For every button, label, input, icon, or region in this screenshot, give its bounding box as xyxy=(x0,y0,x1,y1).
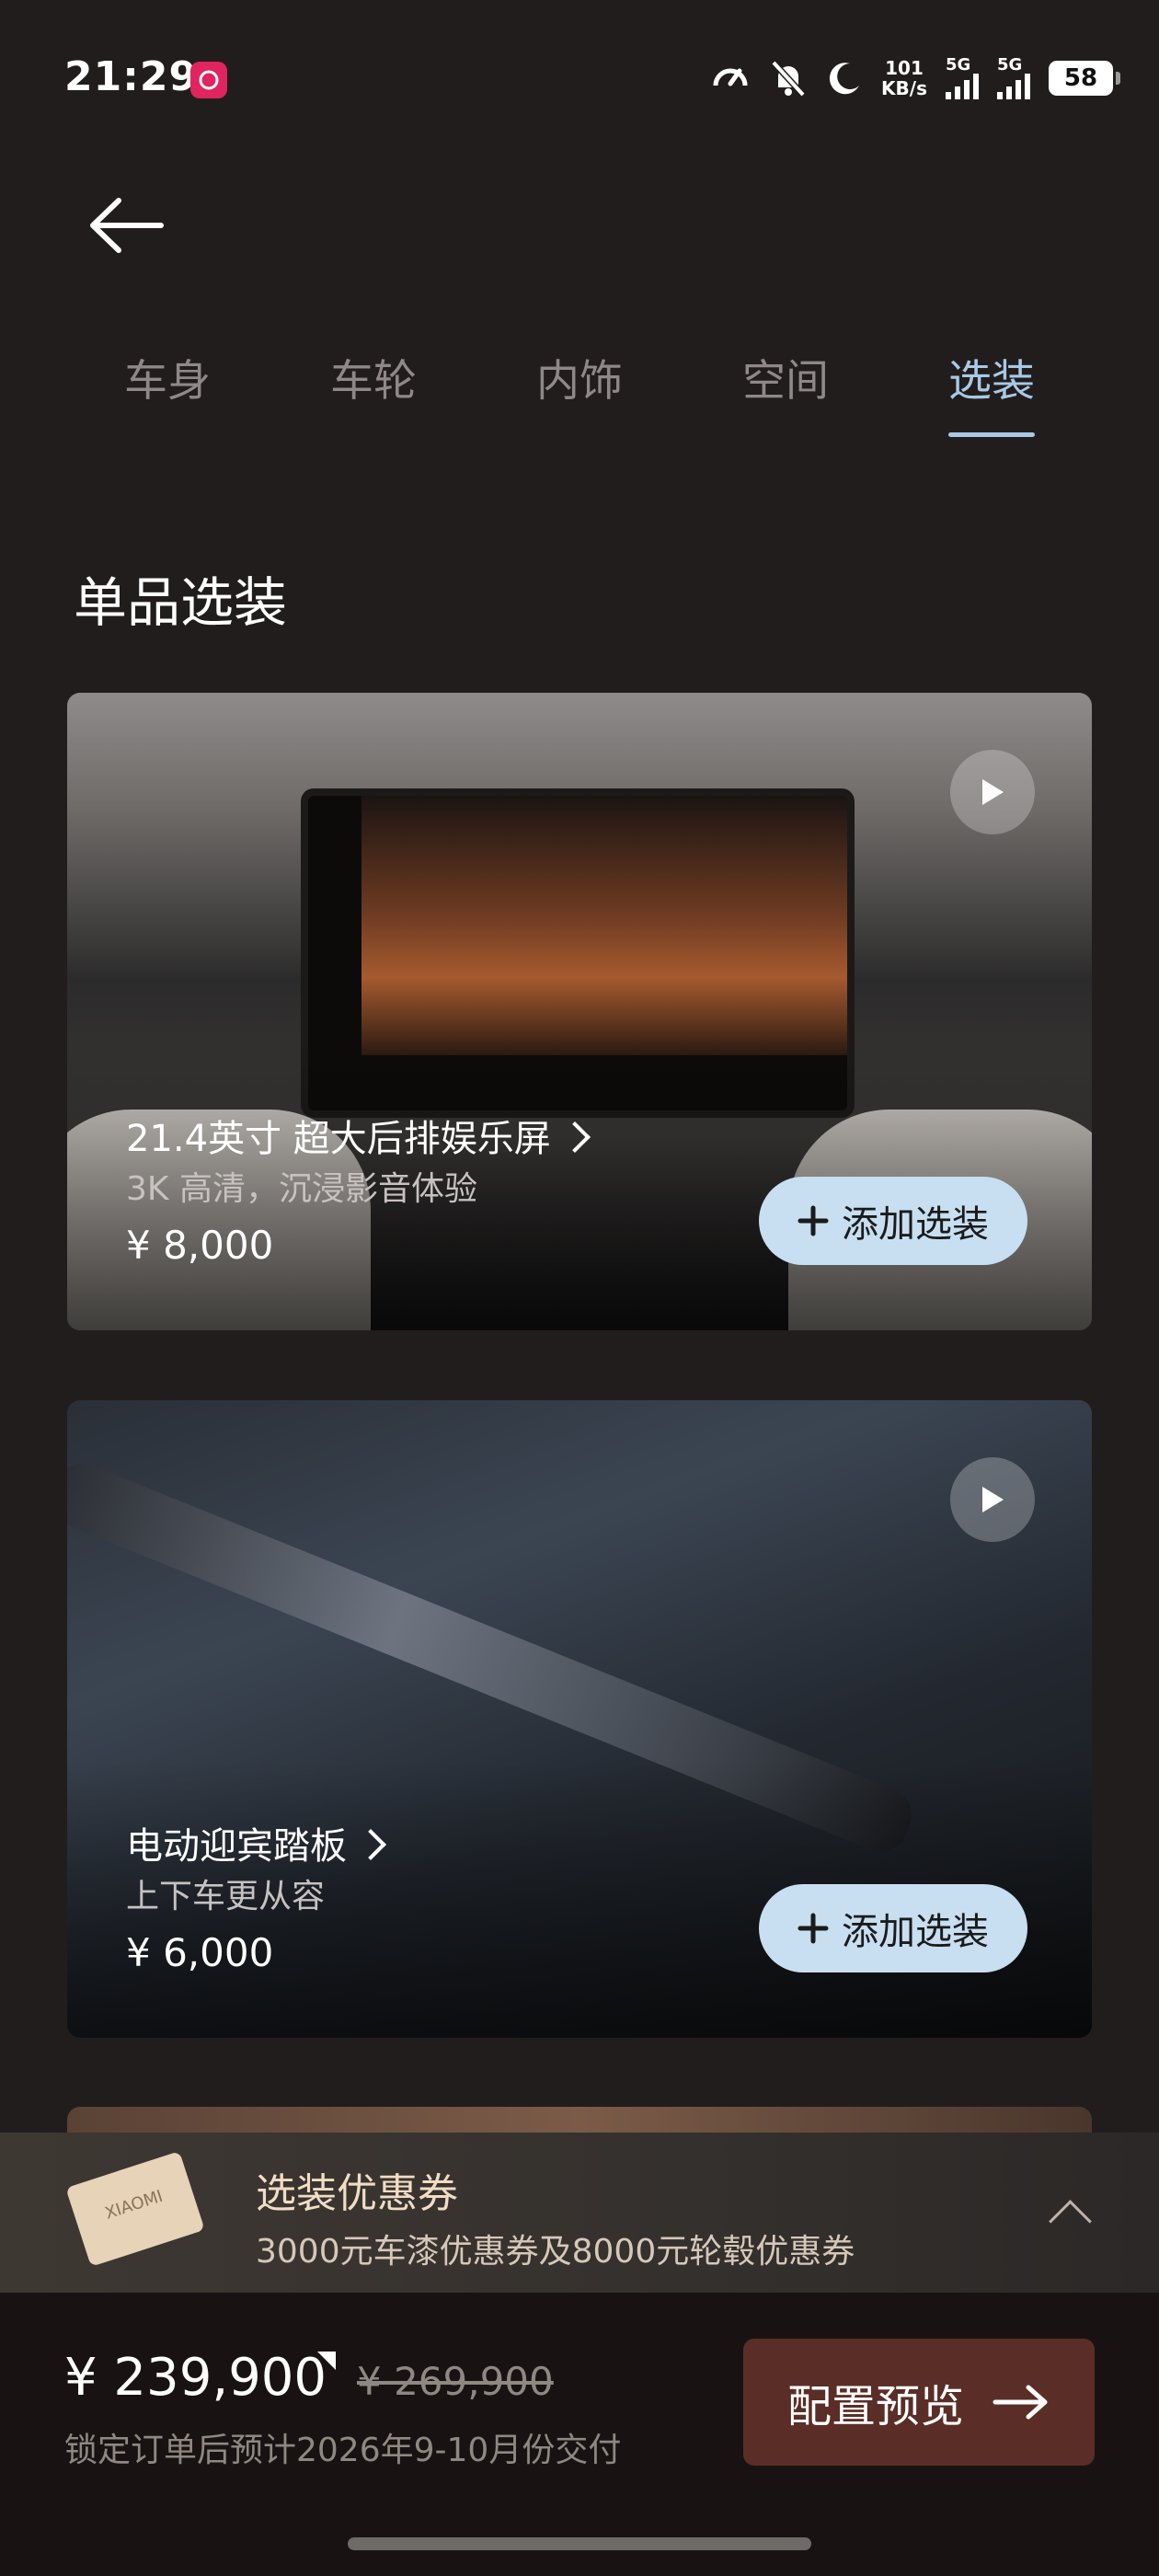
plus-icon xyxy=(798,1913,829,1944)
delivery-note: 锁定订单后预计2026年9-10月份交付 xyxy=(64,2432,622,2469)
tab-label: 空间 xyxy=(742,356,829,407)
ticket-logo-text: XIAOMI xyxy=(102,2186,166,2224)
signal-bars-icon xyxy=(997,74,1030,99)
option-title: 21.4英寸 超大后排娱乐屏 xyxy=(126,1118,551,1160)
active-tab-indicator xyxy=(948,432,1035,437)
coupon-description: 3000元车漆优惠券及8000元轮毂优惠券 xyxy=(256,2233,855,2271)
option-title: 电动迎宾踏板 xyxy=(126,1825,347,1868)
plus-icon xyxy=(798,1205,829,1236)
do-not-disturb-moon-icon xyxy=(826,60,863,97)
category-tabs: 车身 车轮 内饰 空间 选装 xyxy=(64,340,1095,442)
app-notification-icon xyxy=(190,62,227,98)
price-corner-mark xyxy=(317,2352,336,2370)
signal-sim1-label: 5G xyxy=(946,55,971,75)
tab-label: 选装 xyxy=(948,356,1035,407)
tab-space[interactable]: 空间 xyxy=(683,340,889,442)
tab-label: 车轮 xyxy=(330,356,417,407)
chevron-right-icon xyxy=(355,1829,386,1860)
network-speed: 101 KB/s xyxy=(881,58,927,98)
movie-poster-image xyxy=(361,796,847,1055)
status-time: 21:29 xyxy=(64,53,199,100)
play-video-icon[interactable] xyxy=(950,1457,1035,1542)
coupon-banner[interactable]: XIAOMI 选装优惠券 3000元车漆优惠券及8000元轮毂优惠券 xyxy=(0,2133,1159,2293)
option-card-rear-screen[interactable]: 21.4英寸 超大后排娱乐屏 3K 高清，沉浸影音体验 ¥ 8,000 添加选装 xyxy=(67,693,1092,1330)
config-preview-label: 配置预览 xyxy=(786,2381,964,2432)
home-indicator[interactable] xyxy=(348,2537,811,2550)
signal-sim1: 5G xyxy=(946,57,979,99)
play-video-icon[interactable] xyxy=(950,750,1035,834)
chevron-up-icon[interactable] xyxy=(1049,2200,1092,2243)
tab-label: 车身 xyxy=(124,356,211,407)
checkout-bar: ¥ 239,900 ¥ 269,900 锁定订单后预计2026年9-10月份交付… xyxy=(0,2293,1159,2576)
back-arrow-icon[interactable] xyxy=(87,193,176,258)
option-subtitle: 3K 高清，沉浸影音体验 xyxy=(126,1170,477,1208)
tab-label: 内饰 xyxy=(536,356,623,407)
add-option-button[interactable]: 添加选装 xyxy=(759,1884,1027,1972)
add-option-label: 添加选装 xyxy=(842,1203,989,1246)
tab-body[interactable]: 车身 xyxy=(64,340,270,442)
speed-gauge-icon xyxy=(710,58,751,98)
add-option-label: 添加选装 xyxy=(842,1911,989,1953)
config-preview-button[interactable]: 配置预览 xyxy=(743,2339,1095,2466)
option-title-link[interactable]: 21.4英寸 超大后排娱乐屏 xyxy=(126,1109,591,1162)
option-title-link[interactable]: 电动迎宾踏板 xyxy=(126,1816,386,1869)
original-price: ¥ 269,900 xyxy=(357,2359,554,2404)
signal-sim2: 5G xyxy=(997,57,1030,99)
option-price: ¥ 8,000 xyxy=(126,1223,274,1268)
tab-options[interactable]: 选装 xyxy=(889,340,1095,442)
network-speed-value: 101 xyxy=(885,57,924,79)
mute-bell-icon xyxy=(769,58,808,98)
signal-sim2-label: 5G xyxy=(997,55,1023,75)
tab-wheels[interactable]: 车轮 xyxy=(270,340,476,442)
coupon-title: 选装优惠券 xyxy=(256,2170,458,2217)
coupon-ticket-icon: XIAOMI xyxy=(65,2151,205,2267)
signal-bars-icon xyxy=(946,74,979,99)
tab-interior[interactable]: 内饰 xyxy=(476,340,683,442)
add-option-button[interactable]: 添加选装 xyxy=(759,1177,1027,1265)
option-subtitle: 上下车更从容 xyxy=(126,1878,326,1915)
chevron-right-icon xyxy=(558,1121,591,1153)
option-card-running-board[interactable]: 电动迎宾踏板 上下车更从容 ¥ 6,000 添加选装 xyxy=(67,1400,1092,2038)
arrow-right-icon xyxy=(993,2385,1048,2420)
total-price: ¥ 239,900 xyxy=(64,2348,327,2408)
status-bar: 21:29 101 KB/s 5G 5G 58 xyxy=(0,0,1159,156)
battery-icon: 58 xyxy=(1049,61,1120,96)
network-speed-unit: KB/s xyxy=(881,77,927,99)
status-indicators: 101 KB/s 5G 5G 58 xyxy=(710,51,1120,106)
option-price: ¥ 6,000 xyxy=(126,1930,274,1975)
section-title: 单品选装 xyxy=(74,571,288,634)
